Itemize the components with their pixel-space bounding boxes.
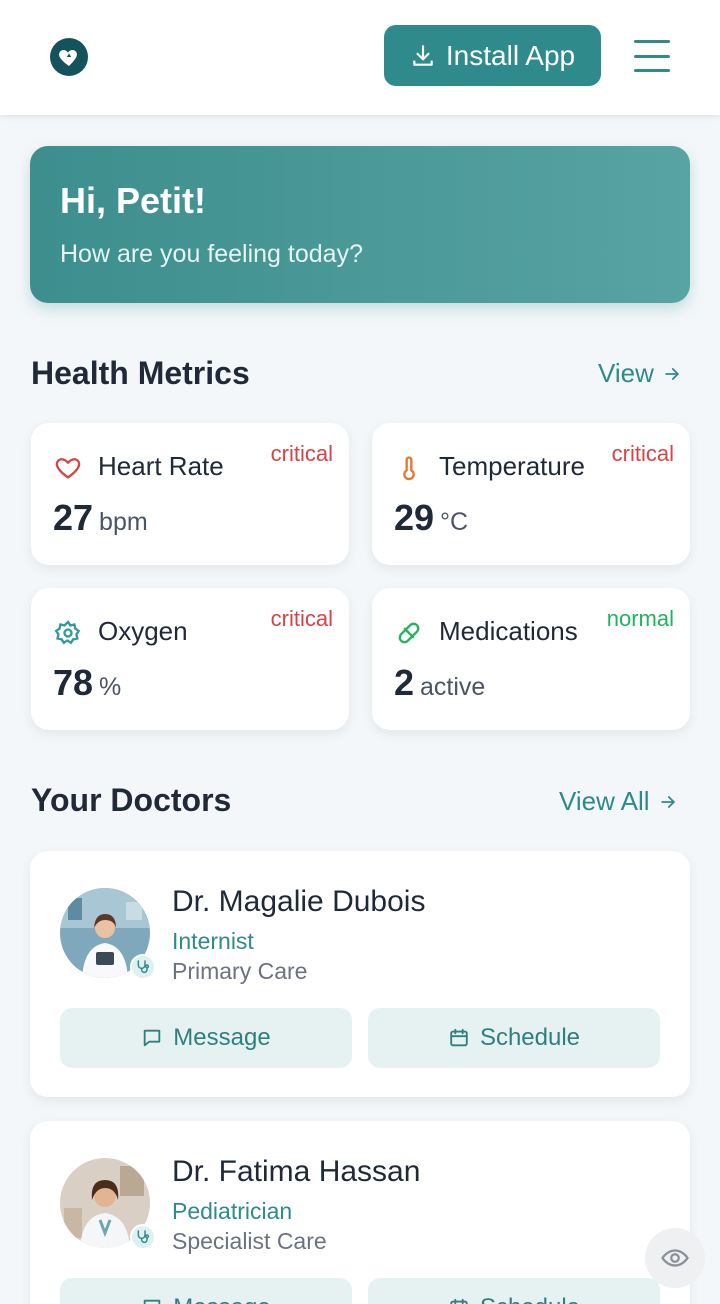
metric-label: Heart Rate bbox=[98, 451, 224, 481]
metric-label: Oxygen bbox=[98, 616, 188, 646]
message-button[interactable]: Message bbox=[60, 1278, 352, 1304]
doctors-title: Your Doctors bbox=[31, 782, 232, 818]
install-app-label: Install App bbox=[445, 39, 576, 71]
metric-value: 2 bbox=[394, 662, 415, 703]
download-icon bbox=[413, 44, 433, 66]
accessibility-toggle-button[interactable] bbox=[645, 1228, 705, 1288]
hamburger-icon bbox=[634, 40, 670, 43]
arrow-right-icon bbox=[665, 367, 679, 380]
health-metrics-title: Health Metrics bbox=[31, 355, 250, 391]
doctor-name: Dr. Magalie Dubois bbox=[172, 885, 426, 918]
schedule-label: Schedule bbox=[480, 1294, 580, 1304]
schedule-label: Schedule bbox=[479, 1024, 581, 1051]
message-icon bbox=[144, 1299, 161, 1304]
status-badge: critical bbox=[611, 441, 674, 466]
metric-unit: active bbox=[420, 673, 486, 701]
stethoscope-icon bbox=[130, 954, 156, 980]
doctor-name: Dr. Fatima Hassan bbox=[172, 1155, 421, 1188]
heart-icon bbox=[59, 50, 77, 66]
heart-icon bbox=[55, 458, 81, 479]
doctor-specialty: Pediatrician bbox=[172, 1198, 293, 1224]
metric-card-medications[interactable]: Medications normal 2 active bbox=[372, 588, 690, 730]
metric-value: 78 bbox=[53, 662, 94, 703]
view-all-doctors-link[interactable]: View All bbox=[559, 786, 678, 817]
install-app-button[interactable]: Install App bbox=[384, 25, 601, 86]
metric-unit: bpm bbox=[99, 508, 148, 536]
avatar[interactable] bbox=[60, 888, 156, 980]
doctor-card[interactable]: Dr. Magalie Dubois Internist Primary Car… bbox=[30, 851, 690, 1097]
menu-button[interactable] bbox=[632, 36, 672, 76]
oxygen-icon bbox=[54, 620, 81, 645]
status-badge: critical bbox=[270, 441, 333, 466]
message-button[interactable]: Message bbox=[60, 1008, 352, 1068]
metric-value-row: 29 °C bbox=[394, 497, 468, 539]
app-header: Install App bbox=[0, 0, 720, 115]
metric-card-oxygen[interactable]: Oxygen critical 78% bbox=[31, 588, 349, 730]
metric-unit: % bbox=[99, 673, 122, 701]
metric-label: Temperature bbox=[439, 451, 585, 481]
calendar-icon bbox=[450, 1298, 468, 1304]
arrow-right-icon bbox=[660, 795, 675, 808]
stethoscope-icon bbox=[130, 1224, 156, 1250]
metric-label: Medications bbox=[439, 616, 578, 646]
app-logo[interactable] bbox=[50, 38, 88, 76]
metric-card-heart-rate[interactable]: Heart Rate critical 27 bpm bbox=[31, 423, 349, 565]
message-label: Message bbox=[173, 1024, 271, 1051]
message-label: Message bbox=[173, 1294, 270, 1304]
doctor-care-type: Primary Care bbox=[172, 958, 308, 984]
status-badge: normal bbox=[606, 606, 674, 631]
greeting-subtitle: How are you feeling today? bbox=[60, 240, 363, 268]
doctor-care-type: Specialist Care bbox=[172, 1228, 327, 1254]
metric-unit: °C bbox=[440, 508, 469, 536]
calendar-icon bbox=[450, 1028, 468, 1047]
eye-icon bbox=[661, 1249, 689, 1267]
message-icon bbox=[144, 1029, 161, 1047]
pill-icon bbox=[398, 622, 420, 644]
metric-value-row: 2 active bbox=[394, 662, 485, 704]
view-metrics-label: View bbox=[598, 358, 654, 388]
doctor-card[interactable]: Dr. Fatima Hassan Pediatrician Specialis… bbox=[30, 1121, 690, 1304]
avatar[interactable] bbox=[60, 1158, 156, 1250]
view-all-label: View All bbox=[559, 786, 650, 816]
doctor-specialty: Internist bbox=[172, 928, 254, 954]
greeting-title: Hi, Petit! bbox=[60, 180, 207, 221]
metric-value: 29 bbox=[394, 497, 435, 538]
schedule-button[interactable]: Schedule bbox=[368, 1008, 660, 1068]
metric-value: 27 bbox=[53, 497, 94, 538]
view-metrics-link[interactable]: View bbox=[598, 358, 682, 389]
greeting-banner: Hi, Petit! How are you feeling today? bbox=[30, 146, 690, 303]
metric-value-row: 78% bbox=[53, 662, 121, 704]
metric-value-row: 27 bpm bbox=[53, 497, 148, 539]
thermometer-icon bbox=[403, 456, 415, 481]
metric-card-temperature[interactable]: Temperature critical 29 °C bbox=[372, 423, 690, 565]
schedule-button[interactable]: Schedule bbox=[368, 1278, 660, 1304]
status-badge: critical bbox=[270, 606, 333, 631]
